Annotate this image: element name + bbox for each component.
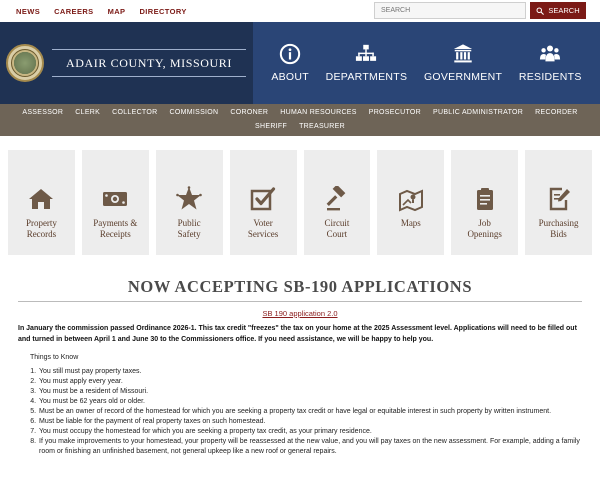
main-content: NOW ACCEPTING SB-190 APPLICATIONS SB 190… bbox=[0, 277, 600, 457]
dept-link-clerk[interactable]: CLERK bbox=[69, 108, 106, 118]
quick-link-label: Payments & Receipts bbox=[93, 218, 138, 239]
org-chart-icon bbox=[356, 44, 377, 61]
dept-link-treasurer[interactable]: TREASURER bbox=[293, 122, 351, 132]
quick-link-public-safety[interactable]: Public Safety bbox=[155, 150, 223, 255]
quick-link-voter-services[interactable]: Voter Services bbox=[229, 150, 297, 255]
main-nav-label: RESIDENTS bbox=[518, 71, 582, 83]
dept-link-coroner[interactable]: CORONER bbox=[224, 108, 274, 118]
quick-links: Property Records Payments & Receipts Publi… bbox=[0, 136, 600, 255]
search-button[interactable]: SEARCH bbox=[530, 2, 586, 19]
list-item: You must be a resident of Missouri. bbox=[38, 387, 582, 397]
search-button-label: SEARCH bbox=[548, 6, 580, 15]
list-item: You must apply every year. bbox=[38, 377, 582, 387]
quick-link-label: Circuit Court bbox=[324, 218, 350, 239]
list-item: You still must pay property taxes. bbox=[38, 367, 582, 377]
main-nav-label: ABOUT bbox=[271, 71, 309, 83]
search-box: SEARCH bbox=[374, 2, 586, 19]
info-icon bbox=[279, 43, 301, 65]
edit-document-icon bbox=[549, 187, 570, 211]
county-branding[interactable]: ADAIR COUNTY, MISSOURI bbox=[0, 22, 253, 104]
dept-link-sheriff[interactable]: SHERIFF bbox=[249, 122, 293, 132]
map-icon bbox=[398, 189, 423, 212]
utility-link-map[interactable]: MAP bbox=[108, 7, 126, 16]
utility-nav: NEWS CAREERS MAP DIRECTORY bbox=[16, 7, 187, 16]
main-nav: ABOUT DEPARTMENTS GOVERNMENT RESIDENTS bbox=[253, 22, 600, 104]
quick-link-label: Maps bbox=[400, 218, 421, 228]
quick-link-property-records[interactable]: Property Records bbox=[8, 150, 75, 255]
dept-link-prosecutor[interactable]: PROSECUTOR bbox=[363, 108, 427, 118]
things-to-know-heading: Things to Know bbox=[30, 354, 79, 361]
quick-link-payments-receipts[interactable]: Payments & Receipts bbox=[81, 150, 149, 255]
house-icon bbox=[29, 189, 54, 209]
utility-link-directory[interactable]: DIRECTORY bbox=[139, 7, 186, 16]
things-to-know-list: You still must pay property taxes. You m… bbox=[18, 367, 582, 457]
utility-link-careers[interactable]: CAREERS bbox=[54, 7, 93, 16]
badge-star-icon bbox=[176, 186, 202, 210]
list-item: Must be liable for the payment of real p… bbox=[38, 417, 582, 427]
page-title: NOW ACCEPTING SB-190 APPLICATIONS bbox=[127, 277, 473, 296]
intro-paragraph: In January the commission passed Ordinan… bbox=[18, 325, 577, 343]
list-item: You must be 62 years old or older. bbox=[38, 397, 582, 407]
quick-link-label: Public Safety bbox=[177, 218, 201, 239]
clipboard-icon bbox=[476, 188, 493, 210]
money-icon bbox=[103, 192, 128, 206]
main-nav-residents[interactable]: RESIDENTS bbox=[519, 43, 582, 83]
dept-link-human-resources[interactable]: HUMAN RESOURCES bbox=[274, 108, 362, 118]
search-input[interactable] bbox=[374, 2, 526, 19]
main-nav-about[interactable]: ABOUT bbox=[271, 43, 309, 83]
dept-link-commission[interactable]: COMMISSION bbox=[164, 108, 225, 118]
quick-link-label: Job Openings bbox=[467, 218, 502, 239]
search-icon bbox=[536, 7, 545, 15]
main-nav-government[interactable]: GOVERNMENT bbox=[424, 43, 502, 83]
main-nav-label: GOVERNMENT bbox=[423, 71, 503, 83]
quick-link-label: Purchasing Bids bbox=[538, 218, 579, 239]
checkbox-icon bbox=[250, 187, 276, 211]
list-item: You must occupy the homestead for which … bbox=[38, 427, 582, 437]
dept-link-collector[interactable]: COLLECTOR bbox=[106, 108, 163, 118]
list-item: Must be an owner of record of the homest… bbox=[38, 407, 582, 417]
quick-link-label: Voter Services bbox=[247, 218, 279, 239]
quick-link-purchasing-bids[interactable]: Purchasing Bids bbox=[525, 150, 592, 255]
gavel-icon bbox=[326, 186, 346, 211]
quick-link-job-openings[interactable]: Job Openings bbox=[451, 150, 519, 255]
dept-link-assessor[interactable]: ASSESSOR bbox=[16, 108, 69, 118]
quick-link-circuit-court[interactable]: Circuit Court bbox=[303, 150, 371, 255]
site-header: ADAIR COUNTY, MISSOURI ABOUT DEPARTMENTS… bbox=[0, 22, 600, 104]
quick-link-label: Property Records bbox=[25, 218, 57, 239]
utility-link-news[interactable]: NEWS bbox=[16, 7, 40, 16]
county-name-frame: ADAIR COUNTY, MISSOURI bbox=[52, 49, 246, 77]
sb190-application-link[interactable]: SB 190 application 2.0 bbox=[18, 309, 582, 318]
utility-bar: NEWS CAREERS MAP DIRECTORY SEARCH bbox=[0, 0, 600, 22]
people-icon bbox=[540, 45, 561, 62]
building-icon bbox=[453, 44, 473, 63]
dept-link-public-administrator[interactable]: PUBLIC ADMINISTRATOR bbox=[427, 108, 529, 118]
quick-link-maps[interactable]: Maps bbox=[377, 150, 445, 255]
department-nav: ASSESSOR CLERK COLLECTOR COMMISSION CORO… bbox=[0, 104, 600, 136]
heading-divider bbox=[18, 301, 582, 302]
list-item: If you make improvements to your homeste… bbox=[38, 437, 582, 457]
county-name: ADAIR COUNTY, MISSOURI bbox=[66, 55, 232, 70]
main-nav-departments[interactable]: DEPARTMENTS bbox=[326, 43, 408, 83]
dept-link-recorder[interactable]: RECORDER bbox=[529, 108, 583, 118]
main-nav-label: DEPARTMENTS bbox=[325, 71, 408, 83]
county-seal-logo bbox=[6, 44, 44, 82]
